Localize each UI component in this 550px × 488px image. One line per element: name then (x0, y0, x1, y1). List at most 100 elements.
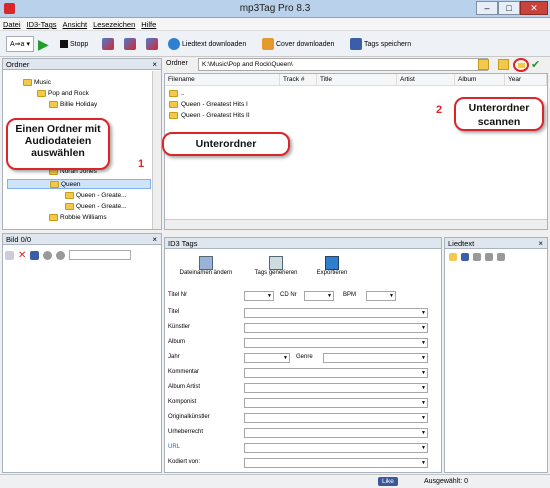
encoded-by-label: Kodiert von: (168, 459, 201, 465)
open-icon[interactable] (449, 253, 457, 261)
track-field[interactable]: ▼ (244, 291, 274, 301)
comment-field[interactable]: ▼ (244, 368, 428, 378)
export-icon (325, 256, 339, 270)
rename-icon (199, 256, 213, 270)
save-icon[interactable] (30, 250, 40, 260)
folder-icon (169, 112, 178, 119)
horizontal-scrollbar[interactable] (165, 219, 547, 229)
scan-tool-button-3[interactable] (146, 34, 158, 54)
minimize-button[interactable]: – (476, 1, 498, 15)
close-icon[interactable]: × (152, 234, 157, 245)
cd-label: CD Nr (280, 292, 297, 298)
bookmark-button[interactable] (498, 59, 509, 70)
play-button[interactable]: ▶ (38, 34, 49, 54)
col-track[interactable]: Track # (280, 74, 317, 86)
subfolder-callout: Unterordner (162, 132, 290, 156)
stop-icon (60, 40, 68, 48)
folder-panel-header: Ordner × (3, 59, 161, 70)
image-panel-header: Bild 0/0 × (3, 234, 161, 245)
close-button[interactable]: ✕ (520, 1, 548, 15)
close-icon[interactable]: × (538, 238, 543, 249)
artist-field[interactable]: ▼ (244, 323, 428, 333)
image-type-select[interactable] (69, 250, 132, 260)
folder-path-input[interactable]: K:\Music\Pop and Rock\Queen\ (198, 58, 488, 71)
selected-count: Ausgewählt: 0 (424, 478, 468, 485)
menu-ansicht[interactable]: Ansicht (60, 18, 91, 31)
rename-files-button[interactable]: Dateinamen ändern (172, 256, 240, 276)
tree-item-queen[interactable]: Queen (7, 179, 151, 189)
table-row[interactable]: Queen - Greatest Hits II (169, 112, 250, 119)
cd-field[interactable]: ▼ (304, 291, 334, 301)
url-field[interactable]: ▼ (244, 443, 428, 453)
paste-icon[interactable] (497, 253, 505, 261)
scan-subfolders-button[interactable] (513, 58, 529, 72)
copyright-field[interactable]: ▼ (244, 428, 428, 438)
copy-icon[interactable] (485, 253, 493, 261)
col-album[interactable]: Album (455, 74, 505, 86)
lyrics-download-button[interactable]: Liedtext downloaden (168, 34, 246, 54)
cover-download-button[interactable]: Cover downloaden (262, 34, 334, 54)
col-title[interactable]: Title (317, 74, 397, 86)
scan-tool-button-2[interactable] (124, 34, 136, 54)
folder-icon (169, 101, 178, 108)
close-icon[interactable]: × (152, 59, 157, 70)
menu-lesezeichen[interactable]: Lesezeichen (90, 18, 138, 31)
marker-2: 2 (436, 104, 443, 116)
scan-tool-button-1[interactable] (102, 34, 114, 54)
maximize-button[interactable]: □ (498, 1, 520, 15)
menu-bar: Datei ID3-Tags Ansicht Lesezeichen Hilfe (0, 18, 550, 31)
tree-item-music[interactable]: Music (23, 79, 51, 86)
prev-icon[interactable] (43, 250, 53, 260)
orig-artist-field[interactable]: ▼ (244, 413, 428, 423)
encoded-by-field[interactable]: ▼ (244, 458, 428, 468)
copyright-label: Urheberrecht (168, 429, 204, 435)
col-filename[interactable]: Filename (165, 74, 280, 86)
menu-datei[interactable]: Datei (0, 18, 24, 31)
tree-item-robbie-williams[interactable]: Robbie Williams (49, 214, 107, 221)
title-bar: mp3Tag Pro 8.3 – □ ✕ (0, 0, 550, 18)
tree-item-pop-and-rock[interactable]: Pop and Rock (37, 90, 89, 97)
delete-image-icon[interactable]: ✕ (18, 250, 26, 261)
generate-tags-button[interactable]: Tags generieren (245, 256, 307, 276)
album-artist-field[interactable]: ▼ (244, 383, 428, 393)
stop-button[interactable]: Stopp (60, 34, 88, 54)
export-button[interactable]: Exportieren (312, 256, 352, 276)
composer-label: Komponist (168, 399, 197, 405)
menu-id3-tags[interactable]: ID3-Tags (24, 18, 60, 31)
album-label: Album (168, 339, 186, 345)
col-year[interactable]: Year (505, 74, 547, 86)
confirm-button[interactable]: ✔ (531, 58, 540, 71)
col-artist[interactable]: Artist (397, 74, 455, 86)
tag-icon (269, 256, 283, 270)
save-icon[interactable] (461, 253, 469, 261)
browse-folder-button[interactable] (478, 59, 489, 70)
like-button[interactable]: Like (378, 477, 398, 486)
tree-item-queen-greatest-1[interactable]: Queen - Greate... (65, 192, 127, 199)
album-field[interactable]: ▼ (244, 338, 428, 348)
next-icon[interactable] (56, 250, 66, 260)
add-image-icon[interactable] (5, 250, 14, 260)
genre-field[interactable]: ▼ (323, 353, 428, 363)
save-tags-button[interactable]: Tags speichern (350, 34, 411, 54)
folder-icon (49, 214, 58, 221)
table-row[interactable]: Queen - Greatest Hits I (169, 101, 248, 108)
bpm-field[interactable]: ▼ (366, 291, 396, 301)
id3-tags-header: ID3 Tags (165, 238, 441, 249)
composer-field[interactable]: ▼ (244, 398, 428, 408)
folder-icon (50, 180, 59, 188)
folder-path-bar: Ordner K:\Music\Pop and Rock\Queen\ ✔ (164, 58, 548, 72)
tree-item-billie-holiday[interactable]: Billie Holiday (49, 101, 97, 108)
tree-item-queen-greatest-2[interactable]: Queen - Greate... (65, 203, 127, 210)
year-field[interactable]: ▼ (244, 353, 290, 363)
cut-icon[interactable] (473, 253, 481, 261)
lyrics-panel-header: Liedtext × (445, 238, 547, 249)
status-bar: Like Ausgewählt: 0 (0, 474, 550, 488)
app-icon (4, 3, 15, 14)
title-field[interactable]: ▼ (244, 308, 428, 318)
case-button[interactable]: A⇒a ▾ (6, 36, 34, 52)
table-row[interactable]: .. (169, 90, 185, 97)
menu-hilfe[interactable]: Hilfe (138, 18, 159, 31)
album-artist-label: Album Artist (168, 384, 201, 390)
wand-icon (102, 38, 114, 50)
tree-scrollbar[interactable] (152, 71, 161, 229)
